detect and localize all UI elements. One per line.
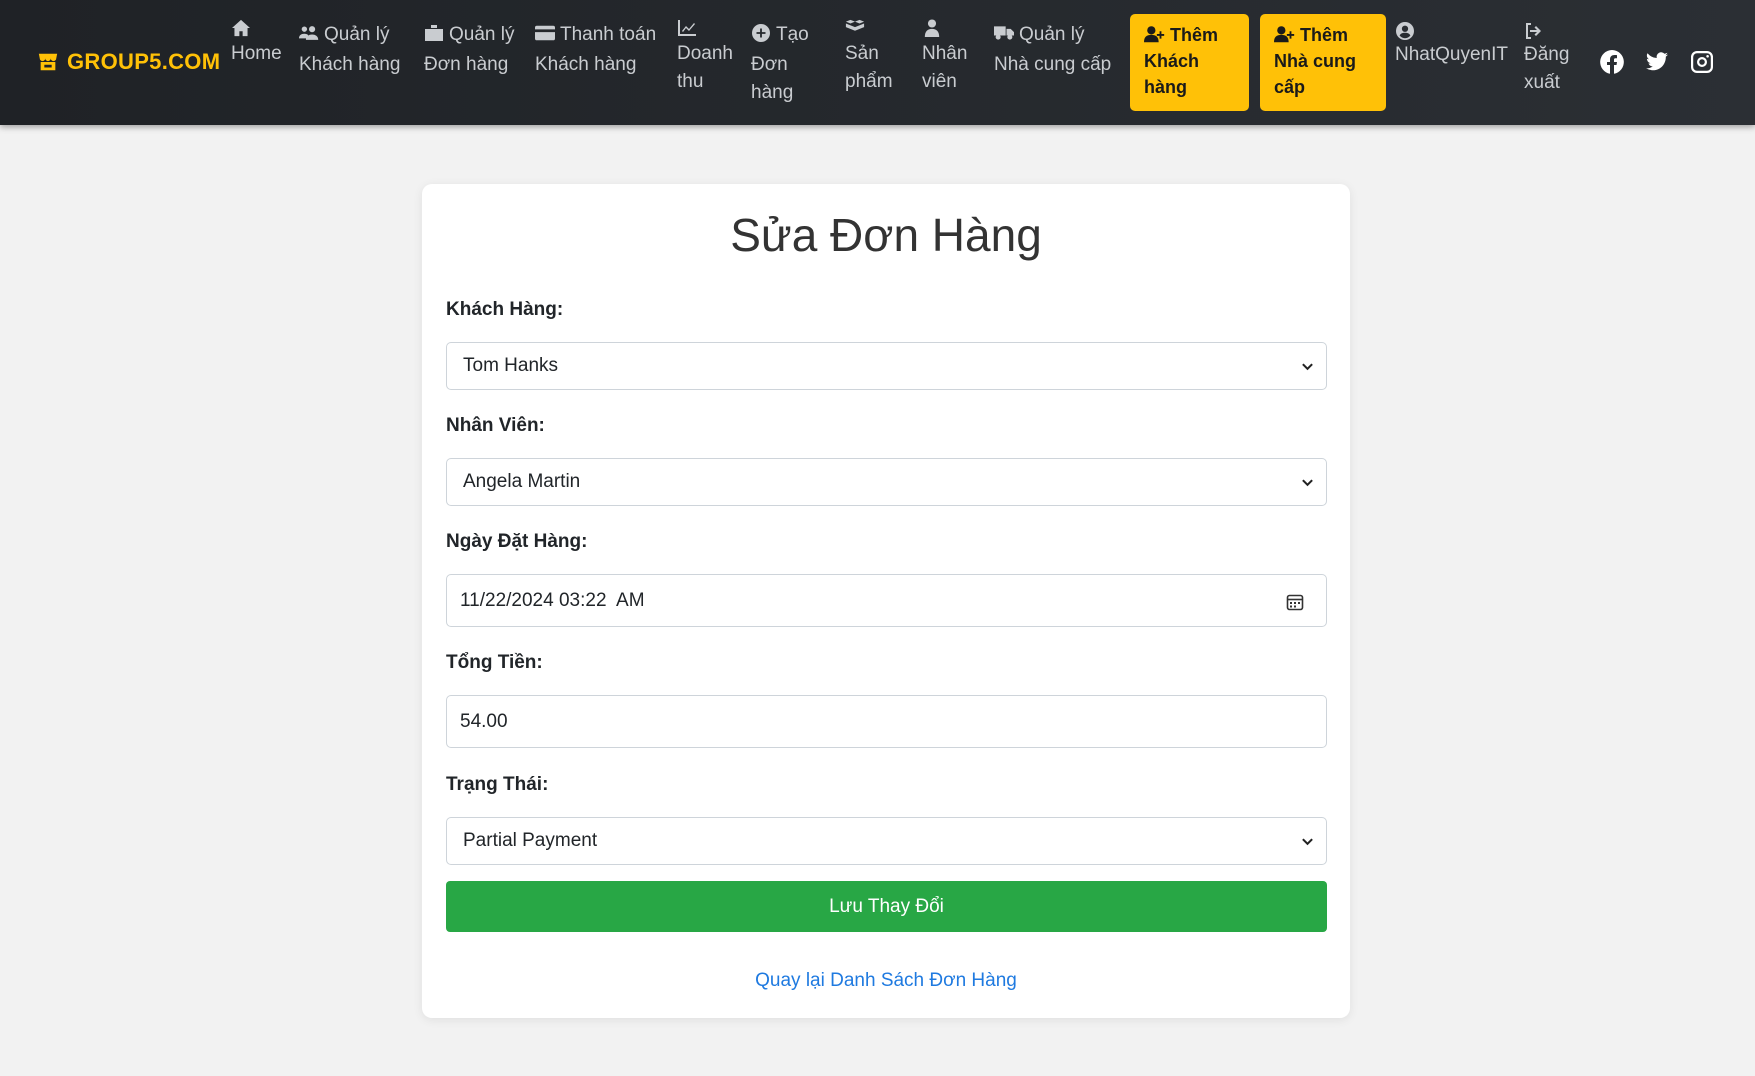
order-date-input[interactable]: 11/22/2024 03:22 AM <box>446 574 1327 627</box>
plus-circle-icon <box>751 23 771 51</box>
calendar-icon[interactable] <box>1286 593 1304 611</box>
nav-staff-line2: viên <box>922 71 957 92</box>
nav-manage-customers-line1: Quản lý <box>324 24 390 45</box>
staff-label: Nhân Viên: <box>446 415 545 436</box>
chevron-down-icon <box>1302 479 1313 487</box>
nav-manage-orders[interactable]: Quản lý Đơn hàng <box>424 21 514 79</box>
facebook-icon[interactable] <box>1600 50 1624 74</box>
sign-out-icon <box>1524 21 1569 41</box>
home-icon <box>231 18 282 40</box>
nav-payments-line2: Khách hàng <box>535 54 637 75</box>
order-date-value: 11/22/2024 03:22 AM <box>460 590 645 611</box>
nav-logout-line1: Đăng <box>1524 44 1570 65</box>
nav-create-order-line1: Tạo <box>776 24 809 45</box>
nav-create-order-line3: hàng <box>751 82 794 103</box>
user-plus-icon <box>1144 25 1170 45</box>
nav-manage-suppliers[interactable]: Quản lý Nhà cung cấp <box>994 21 1111 79</box>
nav-payments[interactable]: Thanh toán Khách hàng <box>535 21 656 79</box>
customer-select-value: Tom Hanks <box>463 355 559 376</box>
add-customer-line2: Khách <box>1144 51 1200 71</box>
edit-order-card: Sửa Đơn Hàng Khách Hàng: Tom Hanks Nhân … <box>422 184 1350 1018</box>
customer-select[interactable]: Tom Hanks <box>446 342 1327 390</box>
add-supplier-line1: Thêm <box>1300 25 1349 45</box>
nav-products[interactable]: Sản phẩm <box>845 18 893 96</box>
add-customer-line3: hàng <box>1144 77 1187 97</box>
back-to-orders-link[interactable]: Quay lại Danh Sách Đơn Hàng <box>422 970 1350 992</box>
customer-label: Khách Hàng: <box>446 299 564 320</box>
staff-select-value: Angela Martin <box>463 471 581 492</box>
line-chart-icon <box>677 18 733 40</box>
nav-manage-customers-line2: Khách hàng <box>299 54 401 75</box>
user-circle-icon <box>1395 21 1508 41</box>
page-title: Sửa Đơn Hàng <box>730 209 1042 261</box>
nav-manage-orders-line2: Đơn hàng <box>424 54 509 75</box>
boxes-icon <box>845 18 893 40</box>
status-select-value: Partial Payment <box>463 830 598 851</box>
total-label: Tổng Tiền: <box>446 652 543 673</box>
add-supplier-line2: Nhà cung <box>1274 51 1357 71</box>
top-navbar: GROUP5.COM Home Quản lý Khách hàng Quản … <box>0 0 1755 125</box>
nav-manage-suppliers-line1: Quản lý <box>1019 24 1085 45</box>
nav-products-line2: phẩm <box>845 71 893 92</box>
brand-name: GROUP5.COM <box>67 49 221 74</box>
add-customer-button[interactable]: Thêm Khách hàng <box>1130 14 1249 111</box>
add-supplier-line3: cấp <box>1274 77 1306 97</box>
staff-select[interactable]: Angela Martin <box>446 458 1327 506</box>
user-tie-icon <box>922 18 967 40</box>
user-plus-icon <box>1274 25 1300 45</box>
nav-create-order[interactable]: Tạo Đơn hàng <box>751 21 809 107</box>
nav-logout[interactable]: Đăng xuất <box>1524 21 1569 97</box>
add-supplier-button[interactable]: Thêm Nhà cung cấp <box>1260 14 1386 111</box>
instagram-icon[interactable] <box>1690 50 1714 74</box>
truck-icon <box>994 23 1014 51</box>
nav-logout-line2: xuất <box>1524 72 1560 93</box>
nav-create-order-line2: Đơn <box>751 54 788 75</box>
nav-manage-customers[interactable]: Quản lý Khách hàng <box>299 21 400 79</box>
briefcase-icon <box>424 23 444 51</box>
add-customer-line1: Thêm <box>1170 25 1219 45</box>
status-label: Trạng Thái: <box>446 774 549 795</box>
brand-logo[interactable]: GROUP5.COM <box>37 47 220 77</box>
nav-staff-line1: Nhân <box>922 43 968 64</box>
total-value: 54.00 <box>460 711 508 732</box>
nav-products-line1: Sản <box>845 43 879 64</box>
chevron-down-icon <box>1302 363 1313 371</box>
users-icon <box>299 23 319 51</box>
nav-manage-orders-line1: Quản lý <box>449 24 515 45</box>
nav-payments-line1: Thanh toán <box>560 24 657 45</box>
store-icon <box>38 53 58 71</box>
nav-revenue[interactable]: Doanh thu <box>677 18 733 96</box>
nav-revenue-line1: Doanh <box>677 43 733 64</box>
nav-home[interactable]: Home <box>231 18 282 68</box>
credit-card-icon <box>535 23 555 51</box>
twitter-icon[interactable] <box>1645 50 1669 74</box>
total-input[interactable]: 54.00 <box>446 695 1327 748</box>
nav-home-label: Home <box>231 43 282 64</box>
status-select[interactable]: Partial Payment <box>446 817 1327 865</box>
nav-staff[interactable]: Nhân viên <box>922 18 967 96</box>
nav-user-name: NhatQuyenIT <box>1395 44 1508 65</box>
nav-revenue-line2: thu <box>677 71 704 92</box>
save-changes-button[interactable]: Lưu Thay Đổi <box>446 881 1327 932</box>
chevron-down-icon <box>1302 838 1313 846</box>
nav-manage-suppliers-line2: Nhà cung cấp <box>994 54 1112 75</box>
order-date-label: Ngày Đặt Hàng: <box>446 531 588 552</box>
nav-user-profile[interactable]: NhatQuyenIT <box>1395 21 1508 69</box>
